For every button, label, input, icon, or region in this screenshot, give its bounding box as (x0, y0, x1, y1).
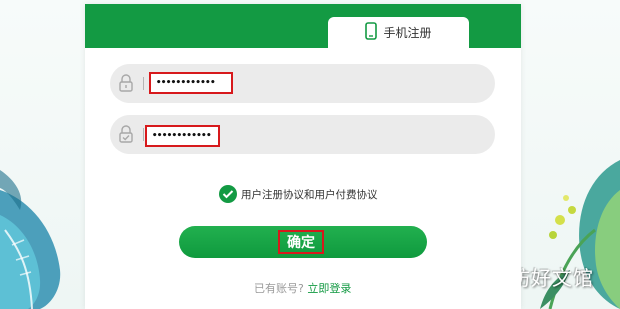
password-value-highlight: •••••••••••• (149, 72, 233, 94)
phone-icon (365, 21, 378, 44)
login-hint: 已有账号? (254, 282, 304, 295)
agreement-row: 用户注册协议和用户付费协议 (219, 185, 378, 203)
register-panel: 手机注册 •••••••••••• •••••••••••• 用户注册协议和用户… (85, 4, 521, 309)
password-value: •••••••••••• (156, 78, 216, 88)
confirm-password-value-highlight: •••••••••••• (145, 125, 220, 147)
confirm-password-value: •••••••••••• (152, 131, 212, 141)
field-divider (143, 128, 144, 141)
login-link[interactable]: 立即登录 (307, 282, 351, 295)
password-field[interactable]: •••••••••••• (110, 64, 495, 103)
agreement-link[interactable]: 用户注册协议和用户付费协议 (241, 187, 378, 202)
confirm-button-label: 确定 (287, 235, 315, 251)
confirm-label-highlight: 确定 (278, 230, 324, 254)
confirm-button[interactable]: 确定 (179, 226, 427, 258)
tab-phone-register[interactable]: 手机注册 (328, 17, 469, 48)
confirm-password-field[interactable]: •••••••••••• (110, 115, 495, 154)
login-row: 已有账号? 立即登录 (254, 280, 351, 296)
tab-phone-register-label: 手机注册 (383, 26, 432, 40)
field-divider (143, 77, 144, 90)
lock-check-icon (118, 125, 134, 143)
check-icon (222, 190, 234, 199)
agreement-checkbox[interactable] (219, 185, 237, 203)
panel-header: 手机注册 (85, 4, 521, 48)
lock-icon (118, 74, 134, 92)
